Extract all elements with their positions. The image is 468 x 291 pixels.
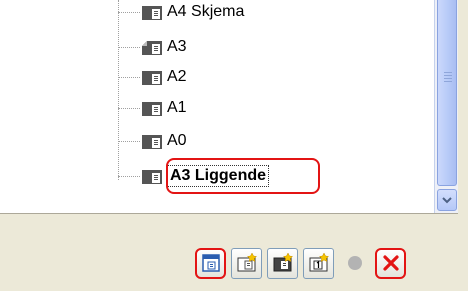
new-layout-button[interactable] xyxy=(231,247,262,279)
page-layout-icon xyxy=(142,6,162,20)
record-button[interactable] xyxy=(339,248,370,279)
tree-item-a4-skjema[interactable]: A4 Skjema xyxy=(118,2,244,22)
selection-highlight xyxy=(166,158,320,194)
new-layout-from-template-button[interactable] xyxy=(267,247,298,279)
page-layout-icon xyxy=(142,71,162,85)
page-settings-icon xyxy=(201,254,220,272)
panel-divider xyxy=(0,213,458,214)
chevron-down-icon xyxy=(442,196,452,203)
tree-item-a2[interactable]: A2 xyxy=(118,67,187,87)
tree-branch xyxy=(118,76,140,78)
delete-button[interactable] xyxy=(375,247,406,279)
tree-item-label: A0 xyxy=(167,132,187,149)
page-layout-folded-icon xyxy=(142,41,162,55)
page-layout-icon xyxy=(142,135,162,149)
tree-item-label: A2 xyxy=(167,68,187,85)
tree-item-a0[interactable]: A0 xyxy=(118,131,187,151)
tree-item-label: A4 Skjema xyxy=(167,3,245,20)
layout-tree[interactable]: A4 Skjema A3 A2 A1 A0 A3 Liggende xyxy=(0,0,434,213)
tree-branch xyxy=(118,107,140,109)
tree-branch xyxy=(118,46,140,48)
tree-item-a1[interactable]: A1 xyxy=(118,98,187,118)
scroll-thumb[interactable] xyxy=(437,0,457,186)
page-layout-icon xyxy=(142,170,162,184)
tree-item-a3[interactable]: A3 xyxy=(118,37,187,57)
gray-circle-icon xyxy=(347,256,362,270)
red-x-icon xyxy=(382,255,399,271)
vertical-scrollbar[interactable] xyxy=(434,0,459,213)
page-setup-button[interactable] xyxy=(195,247,226,279)
page-layout-icon xyxy=(142,102,162,116)
tree-item-label: A3 xyxy=(167,38,187,55)
new-page-icon xyxy=(237,252,257,272)
window-edge xyxy=(458,0,468,291)
tree-branch xyxy=(118,175,140,177)
new-dark-page-icon xyxy=(273,252,293,272)
new-numbered-page-icon xyxy=(309,252,329,272)
layout-toolbar xyxy=(195,242,406,284)
scroll-down-button[interactable] xyxy=(437,189,457,211)
tree-connector xyxy=(118,0,119,180)
tree-item-label: A1 xyxy=(167,99,187,116)
tree-branch xyxy=(118,140,140,142)
tree-branch xyxy=(118,11,140,13)
new-numbered-layout-button[interactable] xyxy=(303,247,334,279)
